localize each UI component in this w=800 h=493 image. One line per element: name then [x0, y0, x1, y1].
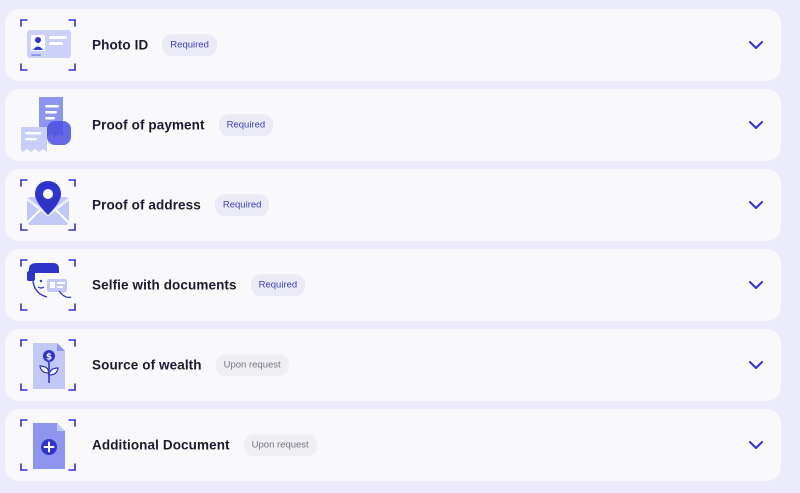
document-label: Additional Document [92, 437, 230, 453]
document-row-source-of-wealth[interactable]: $ Source of wealth Upon request [5, 329, 781, 401]
document-row-proof-of-address[interactable]: Proof of address Required [5, 169, 781, 241]
document-label: Proof of payment [92, 117, 205, 133]
document-row-selfie-with-documents[interactable]: Selfie with documents Required [5, 249, 781, 321]
document-label: Proof of address [92, 197, 201, 213]
status-badge: Required [214, 194, 270, 216]
document-row-additional-document[interactable]: Additional Document Upon request [5, 409, 781, 481]
add-document-icon [19, 417, 77, 473]
document-title: Proof of address Required [92, 194, 270, 216]
document-title: Source of wealth Upon request [92, 354, 289, 376]
chevron-down-icon[interactable] [747, 36, 765, 54]
document-title: Photo ID Required [92, 34, 217, 56]
selfie-icon [19, 257, 77, 313]
status-badge: Required [162, 34, 217, 56]
document-label: Source of wealth [92, 357, 202, 373]
document-list: Photo ID Required Proof of payment Requi… [0, 0, 800, 493]
map-pin-icon [19, 177, 77, 233]
chevron-down-icon[interactable] [747, 276, 765, 294]
status-badge: Required [218, 114, 274, 136]
document-label: Selfie with documents [92, 277, 237, 293]
status-badge: Required [250, 274, 306, 296]
status-badge: Upon request [215, 354, 289, 376]
document-row-photo-id[interactable]: Photo ID Required [5, 9, 781, 81]
chevron-down-icon[interactable] [747, 436, 765, 454]
receipt-icon [19, 97, 77, 153]
document-title: Proof of payment Required [92, 114, 274, 136]
status-badge: Upon request [243, 434, 317, 456]
document-label: Photo ID [92, 37, 149, 53]
document-title: Additional Document Upon request [92, 434, 317, 456]
chevron-down-icon[interactable] [747, 116, 765, 134]
money-plant-icon: $ [19, 337, 77, 393]
svg-text:$: $ [46, 353, 52, 363]
photo-id-icon [19, 17, 77, 73]
document-title: Selfie with documents Required [92, 274, 306, 296]
chevron-down-icon[interactable] [747, 196, 765, 214]
document-row-proof-of-payment[interactable]: Proof of payment Required [5, 89, 781, 161]
chevron-down-icon[interactable] [747, 356, 765, 374]
